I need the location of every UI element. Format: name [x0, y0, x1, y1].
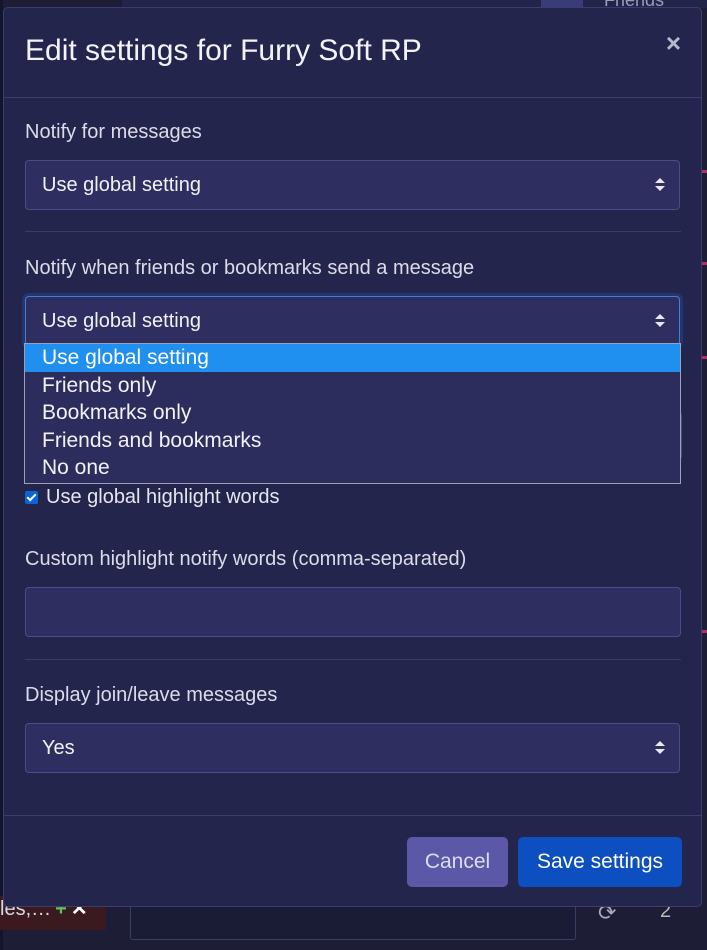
- notify-friends-label: Notify when friends or bookmarks send a …: [25, 257, 475, 279]
- notify-messages-label: Notify for messages: [25, 121, 202, 143]
- dropdown-option[interactable]: Bookmarks only: [25, 399, 680, 427]
- notify-messages-select[interactable]: Use global setting: [25, 160, 680, 210]
- footer-divider: [4, 815, 701, 816]
- divider: [25, 659, 681, 660]
- checkbox-checked-icon[interactable]: [25, 491, 38, 504]
- notify-friends-dropdown: Use global setting Friends only Bookmark…: [24, 343, 681, 484]
- custom-highlight-label: Custom highlight notify words (comma-sep…: [25, 548, 467, 570]
- global-highlight-label: Use global highlight words: [46, 486, 280, 508]
- select-arrows-icon: [655, 741, 665, 755]
- notify-friends-value: Use global setting: [42, 310, 201, 332]
- join-leave-select[interactable]: Yes: [25, 723, 680, 773]
- dropdown-option[interactable]: No one: [25, 454, 680, 482]
- modal-header: Edit settings for Furry Soft RP ×: [4, 8, 701, 98]
- close-button[interactable]: ×: [666, 30, 681, 56]
- join-leave-label: Display join/leave messages: [25, 684, 278, 706]
- notify-friends-select[interactable]: Use global setting: [25, 296, 680, 346]
- join-leave-value: Yes: [42, 737, 75, 759]
- modal-title: Edit settings for Furry Soft RP: [25, 34, 422, 67]
- notify-messages-value: Use global setting: [42, 174, 201, 196]
- custom-highlight-input[interactable]: [25, 587, 681, 637]
- dropdown-option[interactable]: Friends only: [25, 372, 680, 400]
- select-arrows-icon: [655, 178, 665, 192]
- dropdown-option[interactable]: Friends and bookmarks: [25, 427, 680, 455]
- cancel-button[interactable]: Cancel: [407, 837, 508, 887]
- global-highlight-checkbox-row[interactable]: Use global highlight words: [25, 486, 279, 509]
- dropdown-option[interactable]: Use global setting: [25, 344, 680, 372]
- divider: [25, 231, 681, 232]
- save-settings-button[interactable]: Save settings: [518, 837, 682, 887]
- select-arrows-icon: [655, 314, 665, 328]
